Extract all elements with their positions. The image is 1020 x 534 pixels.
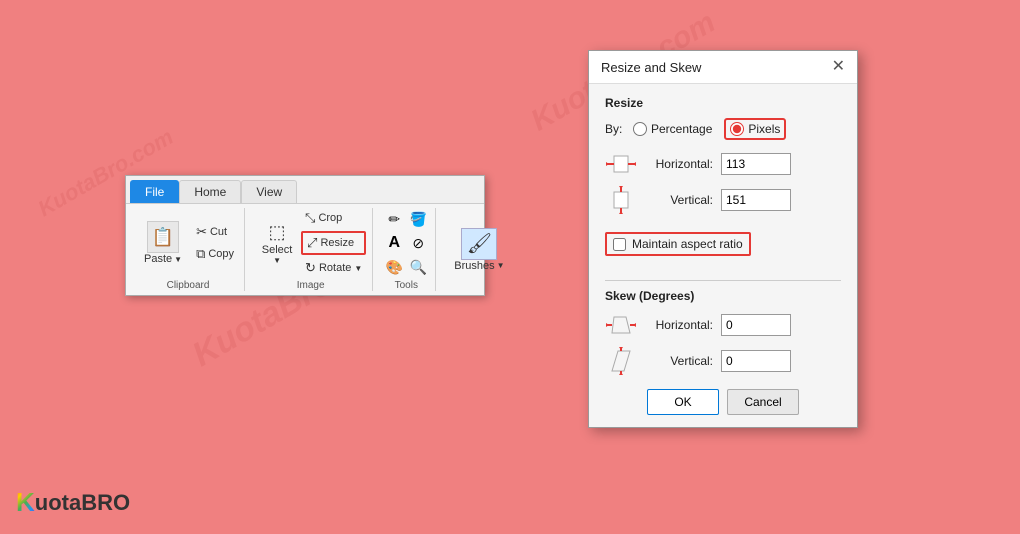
by-label: By:	[605, 122, 625, 136]
fill-icon[interactable]: 🪣	[407, 208, 429, 230]
percentage-label: Percentage	[651, 122, 712, 136]
dialog-title: Resize and Skew	[601, 60, 701, 75]
pencil-icon[interactable]: ✏	[383, 208, 405, 230]
ribbon-body: 📋 Paste ▼ ✂ Cut ⧉	[126, 203, 484, 295]
paste-label: Paste	[144, 253, 172, 265]
cut-icon: ✂	[196, 224, 207, 240]
crop-label: Crop	[318, 212, 342, 224]
resize-horizontal-input[interactable]	[721, 153, 791, 175]
copy-button[interactable]: ⧉ Copy	[192, 244, 238, 264]
crop-icon: ⤡	[305, 210, 315, 226]
resize-button[interactable]: ⤢ Resize	[301, 231, 366, 255]
brushes-inner: 🖌 Brushes ▼	[446, 208, 512, 291]
brushes-arrow: ▼	[497, 261, 505, 270]
paste-button[interactable]: 📋 Paste ▼	[138, 219, 188, 267]
dialog-buttons: OK Cancel	[605, 389, 841, 415]
skew-vertical-input[interactable]	[721, 350, 791, 372]
section-divider	[605, 280, 841, 281]
maintain-aspect-checkbox[interactable]	[613, 238, 626, 251]
resize-horizontal-icon	[605, 150, 637, 178]
resize-vertical-row: Vertical:	[605, 186, 841, 214]
resize-vertical-label: Vertical:	[645, 193, 713, 207]
select-label: Select	[262, 244, 293, 256]
text-icon[interactable]: A	[383, 232, 405, 254]
ok-button[interactable]: OK	[647, 389, 719, 415]
image-group: ⬚ Select ▼ ⤡ Crop ⤢ Resize	[249, 208, 373, 291]
resize-horizontal-label: Horizontal:	[645, 157, 713, 171]
resize-skew-dialog: Resize and Skew ✕ Resize By: Percentage …	[588, 50, 858, 428]
dialog-titlebar: Resize and Skew ✕	[589, 51, 857, 84]
brushes-label: Brushes	[454, 260, 494, 272]
brushes-button[interactable]: 🖌 Brushes ▼	[446, 226, 512, 274]
skew-section-label: Skew (Degrees)	[605, 289, 841, 303]
paint-window: File Home View 📋 Paste ▼	[125, 175, 485, 296]
eraser-icon[interactable]: ⊘	[407, 232, 429, 254]
resize-by-row: By: Percentage Pixels	[605, 118, 841, 140]
dialog-body: Resize By: Percentage Pixels	[589, 84, 857, 427]
skew-horizontal-input[interactable]	[721, 314, 791, 336]
tab-home[interactable]: Home	[179, 180, 241, 203]
logo-uota: uota	[35, 490, 81, 516]
maintain-aspect-text: Maintain aspect ratio	[632, 237, 743, 251]
resize-section-label: Resize	[605, 96, 841, 110]
pixels-label: Pixels	[748, 122, 780, 136]
colorpick-icon[interactable]: 🎨	[383, 256, 405, 278]
tools-inner: ✏ 🪣 A ⊘ 🎨 🔍	[383, 208, 429, 278]
crop-resize-rotate: ⤡ Crop ⤢ Resize ↻ Rotate ▼	[301, 208, 366, 278]
select-arrow: ▼	[273, 256, 281, 265]
crop-button[interactable]: ⤡ Crop	[301, 208, 366, 228]
radio-group: Percentage Pixels	[633, 118, 786, 140]
maintain-aspect-container: Maintain aspect ratio	[605, 222, 841, 268]
tools-label: Tools	[395, 280, 418, 291]
resize-horizontal-row: Horizontal:	[605, 150, 841, 178]
select-button[interactable]: ⬚ Select ▼	[255, 220, 299, 267]
copy-icon: ⧉	[196, 246, 205, 262]
percentage-radio[interactable]	[633, 122, 647, 136]
paste-dropdown-arrow: ▼	[174, 255, 182, 264]
resize-vertical-icon	[605, 186, 637, 214]
paste-icon: 📋	[147, 221, 179, 253]
paint-ribbon: File Home View 📋 Paste ▼	[126, 176, 484, 295]
rotate-arrow: ▼	[354, 264, 362, 273]
skew-horizontal-row: Horizontal:	[605, 311, 841, 339]
clipboard-inner: 📋 Paste ▼ ✂ Cut ⧉	[138, 208, 238, 278]
skew-vertical-icon	[605, 347, 637, 375]
clipboard-label: Clipboard	[167, 280, 210, 291]
tab-view[interactable]: View	[241, 180, 297, 203]
skew-horizontal-icon	[605, 311, 637, 339]
pixels-option[interactable]: Pixels	[724, 118, 786, 140]
skew-horizontal-label: Horizontal:	[645, 318, 713, 332]
resize-label: Resize	[320, 237, 354, 249]
resize-icon: ⤢	[307, 235, 317, 251]
logo-bro: BRO	[81, 490, 130, 516]
logo-k: K	[16, 487, 35, 518]
image-inner: ⬚ Select ▼ ⤡ Crop ⤢ Resize	[255, 208, 366, 278]
percentage-option[interactable]: Percentage	[633, 122, 712, 136]
pixels-radio[interactable]	[730, 122, 744, 136]
skew-vertical-row: Vertical:	[605, 347, 841, 375]
close-button[interactable]: ✕	[832, 59, 845, 75]
cancel-button[interactable]: Cancel	[727, 389, 799, 415]
cut-copy-group: ✂ Cut ⧉ Copy	[192, 222, 238, 264]
tab-file[interactable]: File	[130, 180, 179, 203]
logo: K uota BRO	[16, 487, 130, 518]
brushes-group: 🖌 Brushes ▼	[440, 208, 518, 291]
rotate-button[interactable]: ↻ Rotate ▼	[301, 258, 366, 278]
tools-icons: ✏ 🪣 A ⊘ 🎨 🔍	[383, 208, 429, 278]
rotate-label: Rotate	[319, 262, 351, 274]
image-label: Image	[297, 280, 325, 291]
copy-label: Copy	[208, 248, 234, 260]
tools-group: ✏ 🪣 A ⊘ 🎨 🔍 Tools	[377, 208, 436, 291]
skew-vertical-label: Vertical:	[645, 354, 713, 368]
paint-tabs: File Home View	[126, 176, 484, 203]
clipboard-group: 📋 Paste ▼ ✂ Cut ⧉	[132, 208, 245, 291]
resize-vertical-input[interactable]	[721, 189, 791, 211]
rotate-icon: ↻	[305, 260, 316, 276]
cut-label: Cut	[210, 226, 227, 238]
select-icon: ⬚	[269, 222, 286, 243]
brushes-icon: 🖌	[461, 228, 497, 260]
cut-button[interactable]: ✂ Cut	[192, 222, 238, 242]
maintain-aspect-label[interactable]: Maintain aspect ratio	[605, 232, 751, 256]
magnify-icon[interactable]: 🔍	[407, 256, 429, 278]
